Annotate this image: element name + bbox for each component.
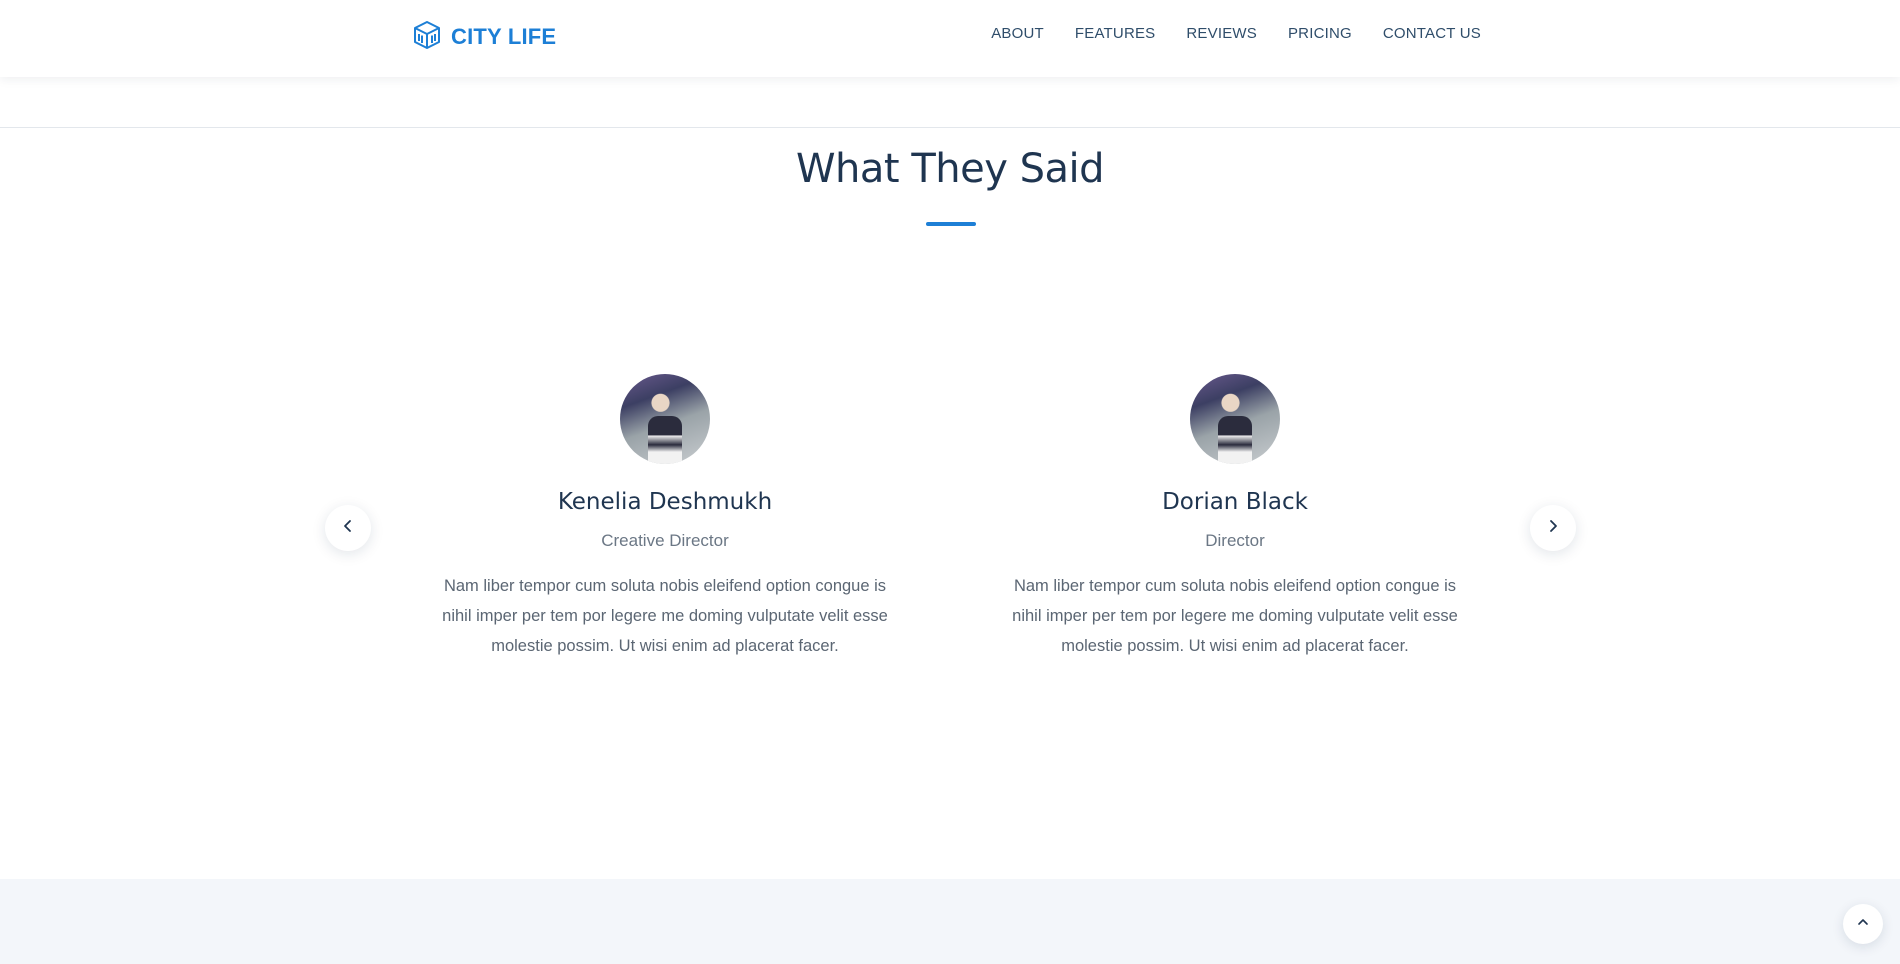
testimonial-name: Dorian Black [1162,489,1308,515]
avatar [1190,374,1280,464]
scroll-to-top-button[interactable] [1843,904,1883,944]
section-title: What They Said [796,146,1105,192]
nav-link-about[interactable]: ABOUT [991,25,1044,42]
next-section-band [0,879,1900,964]
testimonial-card: Dorian Black Director Nam liber tempor c… [1005,374,1465,661]
testimonial-role: Director [1205,531,1265,550]
nav-link-reviews[interactable]: REVIEWS [1186,25,1257,42]
chevron-right-icon [1546,519,1560,538]
testimonial-name: Kenelia Deshmukh [557,489,773,515]
nav-link-features[interactable]: FEATURES [1075,25,1156,42]
brand-logo-link[interactable]: CITY LIFE [411,20,556,54]
carousel-prev-button[interactable] [325,505,371,551]
nav-link-pricing[interactable]: PRICING [1288,25,1352,42]
carousel-next-button[interactable] [1530,505,1576,551]
main-nav: ABOUT FEATURES REVIEWS PRICING CONTACT U… [991,25,1481,42]
avatar [620,374,710,464]
section-divider [0,127,1900,128]
brand-name: CITY LIFE [451,24,557,49]
chevron-up-icon [1857,915,1869,933]
nav-link-contact-us[interactable]: CONTACT US [1383,25,1481,42]
chevron-left-icon [341,519,355,538]
building-cube-icon [411,19,443,56]
testimonial-quote: Nam liber tempor cum soluta nobis eleife… [442,577,888,655]
testimonial-quote: Nam liber tempor cum soluta nobis eleife… [1012,577,1458,655]
testimonial-role: Creative Director [601,531,729,550]
navbar: CITY LIFE ABOUT FEATURES REVIEWS PRICING… [0,0,1900,77]
testimonial-card: Kenelia Deshmukh Creative Director Nam l… [435,374,895,661]
title-underline [926,222,976,226]
